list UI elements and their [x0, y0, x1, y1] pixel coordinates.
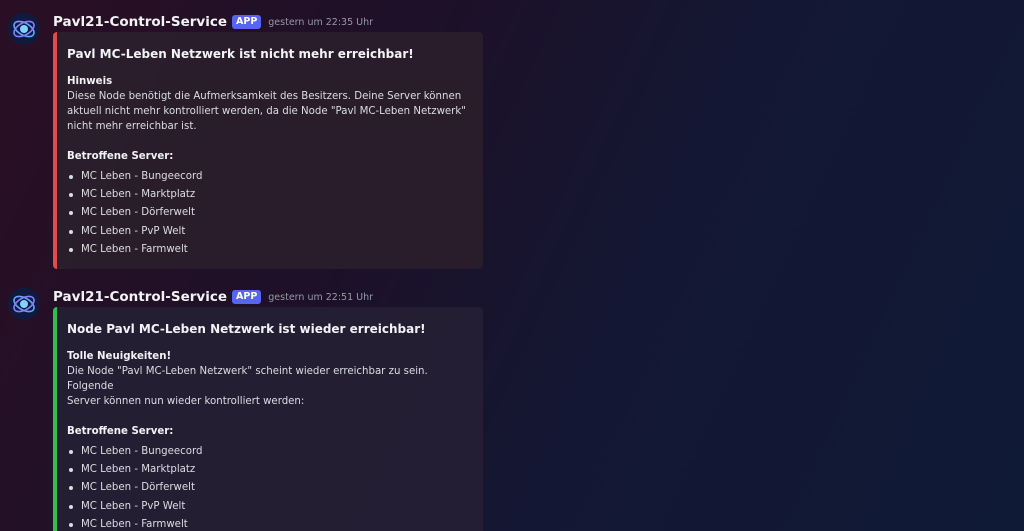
field-value: Die Node "Pavl MC-Leben Netzwerk" schein…	[67, 366, 428, 407]
timestamp[interactable]: gestern um 22:35 Uhr	[268, 17, 373, 28]
list-item: MC Leben - Marktplatz	[67, 461, 471, 479]
field-name: Tolle Neuigkeiten!	[67, 351, 172, 362]
message-header: Pavl21-Control-Service APP gestern um 22…	[53, 288, 373, 306]
field-name: Hinweis	[67, 76, 113, 87]
embed-offline: Pavl MC-Leben Netzwerk ist nicht mehr er…	[53, 32, 483, 270]
list-item: MC Leben - PvP Welt	[67, 223, 471, 241]
list-item: MC Leben - Bungeecord	[67, 443, 471, 461]
message-header: Pavl21-Control-Service APP gestern um 22…	[53, 13, 373, 31]
embed-title: Node Pavl MC-Leben Netzwerk ist wieder e…	[67, 322, 426, 336]
list-item: MC Leben - Farmwelt	[67, 516, 471, 531]
app-badge: APP	[232, 15, 262, 29]
bot-avatar-icon[interactable]	[8, 288, 40, 320]
field-value: Diese Node benötigt die Aufmerksamkeit d…	[67, 91, 466, 132]
app-badge: APP	[232, 290, 262, 304]
list-item: MC Leben - Dörferwelt	[67, 479, 471, 497]
timestamp[interactable]: gestern um 22:51 Uhr	[268, 292, 373, 303]
list-item: MC Leben - PvP Welt	[67, 498, 471, 516]
list-item: MC Leben - Dörferwelt	[67, 204, 471, 222]
embed-title: Pavl MC-Leben Netzwerk ist nicht mehr er…	[67, 47, 414, 61]
servers-heading: Betroffene Server:	[67, 426, 174, 437]
username[interactable]: Pavl21-Control-Service	[53, 289, 227, 305]
bot-avatar-icon[interactable]	[8, 13, 40, 45]
embed-online: Node Pavl MC-Leben Netzwerk ist wieder e…	[53, 307, 483, 531]
list-item: MC Leben - Farmwelt	[67, 241, 471, 259]
server-list: MC Leben - Bungeecord MC Leben - Marktpl…	[67, 168, 471, 259]
server-list: MC Leben - Bungeecord MC Leben - Marktpl…	[67, 443, 471, 531]
username[interactable]: Pavl21-Control-Service	[53, 14, 227, 30]
list-item: MC Leben - Bungeecord	[67, 168, 471, 186]
servers-heading: Betroffene Server:	[67, 151, 174, 162]
list-item: MC Leben - Marktplatz	[67, 186, 471, 204]
